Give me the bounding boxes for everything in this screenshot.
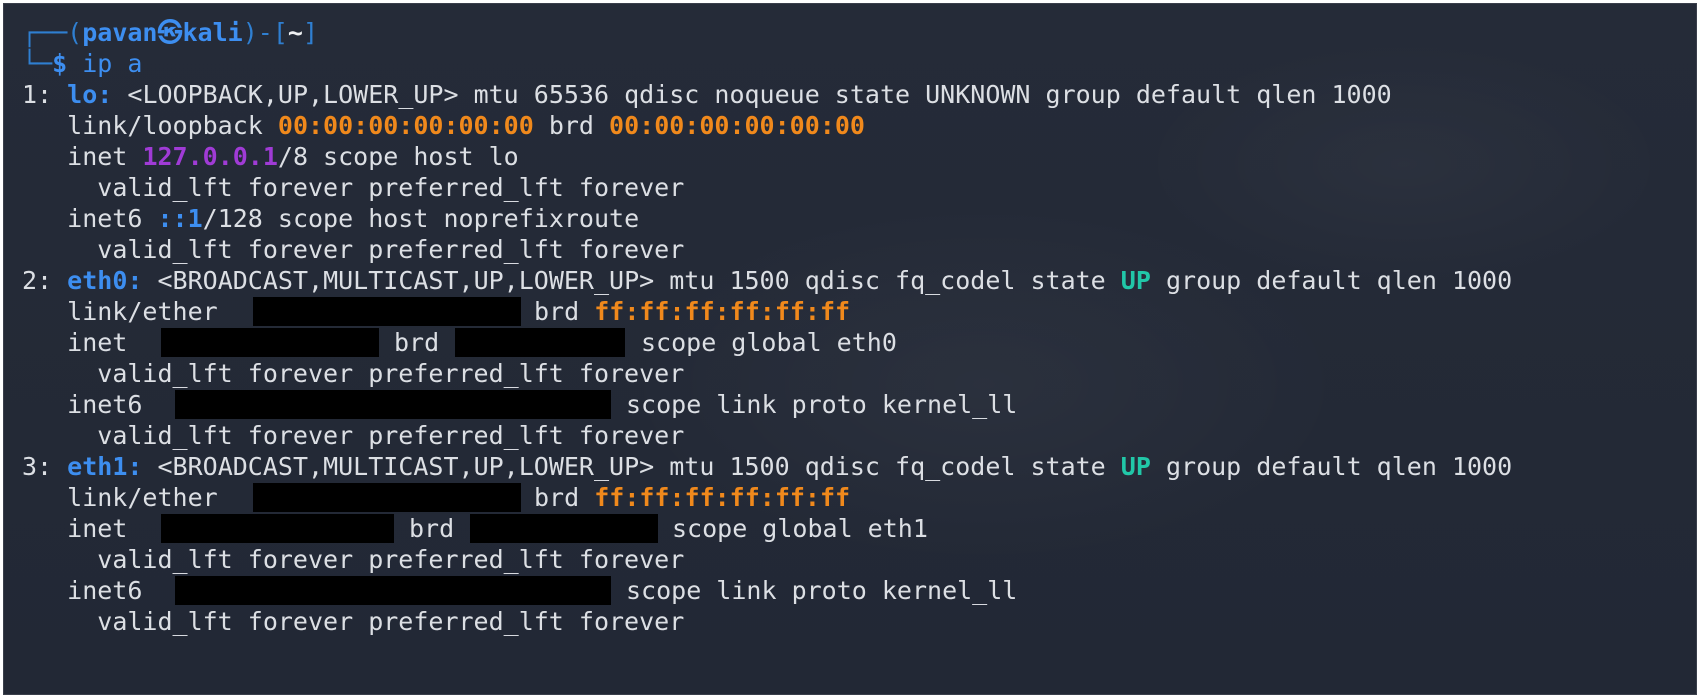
eth1-inet-label: inet — [67, 514, 128, 543]
lo-inet6-addr: ::1 — [157, 204, 203, 233]
eth1-valid-1: valid_lft forever preferred_lft forever — [97, 545, 685, 574]
eth1-valid-line-2: valid_lft forever preferred_lft forever — [22, 605, 684, 638]
eth0-brd-line: brd ff:ff:ff:ff:ff:ff — [534, 295, 850, 328]
eth0-inet6-scope: scope link proto kernel_ll — [626, 390, 1018, 419]
eth0-flags-post: group default qlen 1000 — [1165, 266, 1513, 295]
eth1-inet6-label: inet6 — [67, 576, 143, 605]
eth1-inet6-redaction — [175, 576, 611, 605]
eth1-name: eth1: — [67, 452, 143, 481]
eth1-flags-pre: <BROADCAST,MULTICAST,UP,LOWER_UP> mtu 15… — [157, 452, 1106, 481]
prompt-frame-close: ] — [302, 18, 318, 47]
eth0-state: UP — [1120, 266, 1151, 295]
prompt-corner: └─ — [22, 49, 53, 78]
eth0-inet-label: inet — [67, 328, 128, 357]
eth0-valid-line-1: valid_lft forever preferred_lft forever — [22, 357, 684, 390]
command-text: ip a — [82, 49, 143, 78]
lo-link-label: link/loopback — [67, 111, 263, 140]
eth0-header: 2: eth0: <BROADCAST,MULTICAST,UP,LOWER_U… — [22, 264, 1512, 297]
eth0-index: 2: — [22, 266, 53, 295]
terminal-output: ┌──(pavan㉿kali)-[~] └─$ ip a 1: lo: <LOO… — [4, 4, 1696, 694]
eth1-inet-scope: scope global eth1 — [672, 514, 928, 543]
eth0-link-line: link/ether — [22, 295, 218, 328]
lo-brd-label: brd — [548, 111, 594, 140]
eth0-inet-brd: brd — [394, 328, 440, 357]
lo-name: lo: — [67, 80, 113, 109]
prompt-line: ┌──(pavan㉿kali)-[~] — [22, 16, 318, 49]
eth0-inet6-label: inet6 — [67, 390, 143, 419]
eth1-brd-label: brd — [534, 483, 580, 512]
lo-valid-1: valid_lft forever preferred_lft forever — [97, 173, 685, 202]
eth1-link-label: link/ether — [67, 483, 218, 512]
eth1-inet6-scope: scope link proto kernel_ll — [626, 576, 1018, 605]
prompt-symbol: $ — [52, 49, 68, 78]
eth0-inet-scope: scope global eth0 — [641, 328, 897, 357]
prompt-at-symbol: ㉿ — [157, 18, 183, 47]
lo-brd-mac: 00:00:00:00:00:00 — [609, 111, 865, 140]
eth0-name: eth0: — [67, 266, 143, 295]
eth0-valid-line-2: valid_lft forever preferred_lft forever — [22, 419, 684, 452]
eth1-inet-line: inet — [22, 512, 127, 545]
prompt-host: kali — [182, 18, 243, 47]
eth1-brd-line: brd ff:ff:ff:ff:ff:ff — [534, 481, 850, 514]
eth1-header: 3: eth1: <BROADCAST,MULTICAST,UP,LOWER_U… — [22, 450, 1512, 483]
eth0-valid-2: valid_lft forever preferred_lft forever — [97, 421, 685, 450]
prompt-frame-mid: )-[ — [242, 18, 288, 47]
prompt-user: pavan — [82, 18, 158, 47]
eth1-inet6-line: inet6 — [22, 574, 142, 607]
terminal-window[interactable]: ┌──(pavan㉿kali)-[~] └─$ ip a 1: lo: <LOO… — [3, 3, 1697, 695]
lo-valid-2: valid_lft forever preferred_lft forever — [97, 235, 685, 264]
lo-mac: 00:00:00:00:00:00 — [277, 111, 534, 140]
lo-valid-line-2: valid_lft forever preferred_lft forever — [22, 233, 684, 266]
eth0-inet6-line: inet6 — [22, 388, 142, 421]
eth0-brd-label: brd — [534, 297, 580, 326]
eth0-inet-redaction — [161, 328, 379, 357]
lo-inet6-line: inet6 ::1/128 scope host noprefixroute — [22, 202, 639, 235]
eth0-mac-redaction — [253, 297, 521, 326]
eth0-inet-line: inet — [22, 326, 127, 359]
lo-header: 1: lo: <LOOPBACK,UP,LOWER_UP> mtu 65536 … — [22, 78, 1392, 111]
lo-inet6-label: inet6 — [67, 204, 143, 233]
lo-inet-suffix: /8 scope host lo — [277, 142, 519, 171]
eth0-link-label: link/ether — [67, 297, 218, 326]
eth1-inet-brd: brd — [409, 514, 455, 543]
eth1-index: 3: — [22, 452, 53, 481]
eth1-brd-mac: ff:ff:ff:ff:ff:ff — [594, 483, 851, 512]
prompt-frame-open: ┌──( — [22, 18, 83, 47]
lo-inet6-suffix: /128 scope host noprefixroute — [202, 204, 640, 233]
eth1-mac-redaction — [253, 483, 521, 512]
prompt-directory: ~ — [287, 18, 303, 47]
eth1-state: UP — [1120, 452, 1151, 481]
eth0-valid-1: valid_lft forever preferred_lft forever — [97, 359, 685, 388]
eth1-inet-redaction — [161, 514, 394, 543]
eth0-flags-pre: <BROADCAST,MULTICAST,UP,LOWER_UP> mtu 15… — [157, 266, 1106, 295]
eth0-brd-redaction — [455, 328, 625, 357]
eth0-inet6-redaction — [175, 390, 611, 419]
lo-index: 1: — [22, 80, 53, 109]
lo-inet-label: inet — [67, 142, 128, 171]
lo-valid-line-1: valid_lft forever preferred_lft forever — [22, 171, 684, 204]
command-line: └─$ ip a — [22, 47, 142, 80]
eth1-flags-post: group default qlen 1000 — [1165, 452, 1513, 481]
lo-inet-line: inet 127.0.0.1/8 scope host lo — [22, 140, 519, 173]
eth1-valid-line-1: valid_lft forever preferred_lft forever — [22, 543, 684, 576]
eth1-valid-2: valid_lft forever preferred_lft forever — [97, 607, 685, 636]
lo-inet-addr: 127.0.0.1 — [142, 142, 278, 171]
lo-link-line: link/loopback 00:00:00:00:00:00 brd 00:0… — [22, 109, 865, 142]
eth1-link-line: link/ether — [22, 481, 218, 514]
eth0-brd-mac: ff:ff:ff:ff:ff:ff — [594, 297, 851, 326]
lo-flags: <LOOPBACK,UP,LOWER_UP> mtu 65536 qdisc n… — [127, 80, 1392, 109]
eth1-brd-redaction — [470, 514, 658, 543]
